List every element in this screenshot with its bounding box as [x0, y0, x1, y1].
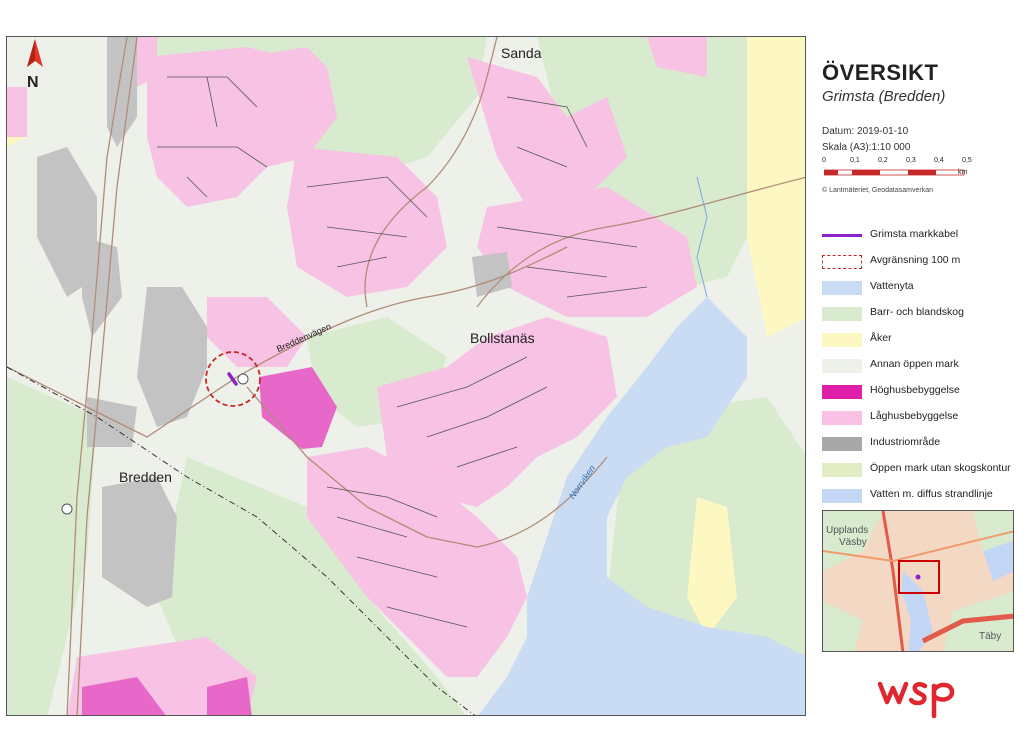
place-label-bredden: Bredden [119, 469, 172, 485]
legend-swatch [822, 385, 862, 399]
legend-label: Annan öppen mark [870, 358, 959, 370]
legend-row: Barr- och blandskog [822, 302, 1018, 328]
overview-label-upplands: Upplands [826, 525, 869, 536]
scale-tick-label: 0,1 [850, 157, 860, 164]
legend: Grimsta markkabel Avgränsning 100 m Vatten… [822, 224, 1018, 510]
scale-tick-label: 0,4 [934, 157, 944, 164]
legend-swatch [822, 359, 862, 373]
north-label: N [27, 74, 39, 91]
legend-swatch [822, 281, 862, 295]
legend-label: Barr- och blandskog [870, 306, 964, 318]
scale-tick-label: 0,2 [878, 157, 888, 164]
legend-row: Industriområde [822, 432, 1018, 458]
legend-row: Höghusbebyggelse [822, 380, 1018, 406]
scale-bar: 0 0,1 0,2 0,3 0,4 0,5 km [822, 157, 1018, 187]
scale-tick-label: 0 [822, 157, 826, 164]
legend-swatch [822, 333, 862, 347]
legend-label: Vatten m. diffus strandlinje [870, 488, 993, 500]
legend-row: Åker [822, 328, 1018, 354]
scale-tick-label: 0,5 [962, 157, 972, 164]
legend-swatch [822, 437, 862, 451]
legend-row: Annan öppen mark [822, 354, 1018, 380]
legend-label: Industriområde [870, 436, 941, 448]
scale-unit: km [958, 169, 968, 176]
map-title: ÖVERSIKT [822, 60, 939, 85]
main-map[interactable]: N Sanda Bollstanäs Bredden Breddenvägen … [6, 36, 806, 716]
date-label: Datum: 2019-01-10 [822, 126, 909, 137]
legend-swatch [822, 463, 862, 477]
legend-label: Åker [870, 332, 892, 344]
credit-text: © Lantmäteriet, Geodatasamverkan [822, 187, 933, 194]
map-subtitle: Grimsta (Bredden) [822, 88, 946, 105]
legend-row: Öppen mark utan skogskontur [822, 458, 1018, 484]
info-panel: ÖVERSIKT Grimsta (Bredden) Datum: 2019-0… [822, 60, 1018, 194]
legend-swatch [822, 307, 862, 321]
legend-row: Vatten m. diffus strandlinje [822, 484, 1018, 510]
legend-row: Avgränsning 100 m [822, 250, 1018, 276]
legend-label: Öppen mark utan skogskontur [870, 462, 1011, 474]
legend-label: Avgränsning 100 m [870, 254, 961, 266]
legend-label: Låghusbebyggelse [870, 410, 959, 422]
legend-label: Höghusbebyggelse [870, 384, 960, 396]
overview-map[interactable]: Upplands Väsby Täby [822, 510, 1014, 652]
legend-swatch [822, 234, 862, 237]
overview-label-vasby: Väsby [839, 537, 867, 548]
legend-row: Vattenyta [822, 276, 1018, 302]
legend-swatch [822, 255, 862, 269]
overview-label-taby: Täby [979, 631, 1002, 642]
scale-label: Skala (A3):1:10 000 [822, 142, 911, 153]
legend-swatch [822, 411, 862, 425]
place-label-bollstanas: Bollstanäs [470, 330, 535, 346]
legend-label: Vattenyta [870, 280, 914, 292]
legend-row: Låghusbebyggelse [822, 406, 1018, 432]
legend-row: Grimsta markkabel [822, 224, 1018, 250]
scale-tick-label: 0,3 [906, 157, 916, 164]
legend-label: Grimsta markkabel [870, 228, 959, 240]
place-label-sanda: Sanda [501, 45, 542, 61]
wsp-logo [876, 676, 966, 725]
legend-swatch [822, 489, 862, 503]
